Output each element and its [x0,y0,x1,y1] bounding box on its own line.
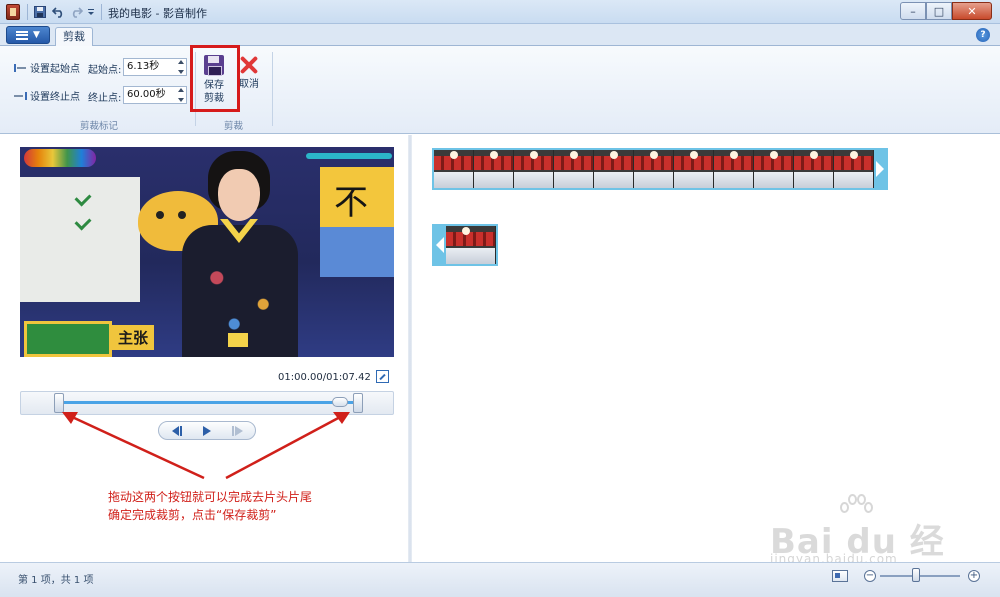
step-forward-icon [235,425,243,436]
title-bar: 我的电影 - 影音制作 – □ ✕ [0,0,1000,24]
video-sign-panel: 不 [320,167,394,227]
stepper-arrows[interactable] [177,60,185,74]
toolbar-divider [27,4,28,20]
toolbar-divider [101,4,102,20]
start-point-stepper[interactable]: 6.13秒 [123,58,187,76]
group-divider [272,52,273,126]
fullscreen-icon[interactable] [376,370,389,383]
save-icon[interactable] [33,4,47,20]
set-end-label: 设置终止点 [30,92,80,103]
set-end-point-button[interactable]: 设置终止点 [14,88,80,103]
close-button[interactable]: ✕ [952,2,992,20]
item-count-text: 第 1 项，共 1 项 [18,575,94,586]
cancel-button[interactable]: 取消 [238,54,260,91]
trim-start-handle[interactable] [54,393,65,413]
end-point-label: 终止点: [88,93,122,104]
tab-trim[interactable]: 剪裁 [55,27,93,47]
annotation-line-2: 确定完成裁剪，点击“保存裁剪” [108,508,277,522]
video-caption: 主张 [112,325,155,350]
window-title: 我的电影 - 影音制作 [108,7,207,20]
playback-time-readout: 01:00.00/01:07.42 [278,372,371,383]
set-start-icon [14,62,27,73]
storyboard-clip-secondary[interactable] [432,224,498,266]
checkmark-icon [74,189,92,207]
playhead-knob[interactable] [332,397,348,407]
step-back-icon [171,425,179,436]
set-start-point-button[interactable]: 设置起始点 [14,60,80,75]
minimize-button[interactable]: – [900,2,926,20]
zoom-slider-thumb[interactable] [912,568,920,582]
checkmark-icon [74,213,92,231]
save-trim-highlight-box [190,45,240,112]
previous-frame-button[interactable] [162,422,192,439]
window-controls: – □ ✕ [900,2,992,20]
trim-range-line [54,401,354,404]
play-button[interactable] [192,422,222,439]
help-icon[interactable]: ? [976,28,990,42]
storyboard-clip-main[interactable] [432,148,888,190]
start-point-value: 6.13秒 [127,61,160,72]
ribbon-panel: 设置起始点 设置终止点 起始点: 6.13秒 终止点: 60.00秒 剪裁标记 … [0,46,1000,134]
video-whiteboard [20,177,140,302]
preview-pane: 不 主张 01:00.00/01:07.42 拖动这两个按钮就可以完成去片头片尾… [8,135,406,562]
ribbon-tab-row: ▼ 剪裁 ? [0,24,1000,47]
zoom-slider-track[interactable] [880,575,960,577]
end-point-stepper[interactable]: 60.00秒 [123,86,187,104]
play-icon [203,425,211,436]
status-bar: 第 1 项，共 1 项 − + [0,562,1000,597]
group-label-trim: 剪裁 [224,121,244,132]
chevron-down-icon: ▼ [33,30,40,40]
set-start-label: 设置起始点 [30,64,80,75]
cancel-x-icon [238,54,260,76]
clip-start-arrow-icon [434,226,446,264]
video-preview[interactable]: 不 主张 [20,147,394,357]
maximize-button[interactable]: □ [926,2,952,20]
next-frame-button[interactable] [222,422,252,439]
pane-splitter[interactable] [408,135,412,562]
customize-toolbar-chevron-icon[interactable] [86,4,96,20]
app-menu-button[interactable]: ▼ [6,26,50,44]
trim-end-handle[interactable] [352,393,363,413]
set-end-icon [14,90,27,101]
video-presenter [180,147,300,357]
zoom-in-button[interactable]: + [968,570,980,582]
playback-controls [158,421,256,440]
video-sign-text: 不 [334,183,368,223]
channel-logo [24,149,96,167]
main-area: 不 主张 01:00.00/01:07.42 拖动这两个按钮就可以完成去片头片尾… [8,135,992,597]
annotation-text: 拖动这两个按钮就可以完成去片头片尾 确定完成裁剪，点击“保存裁剪” [108,488,312,524]
annotation-line-1: 拖动这两个按钮就可以完成去片头片尾 [108,490,313,504]
zoom-out-button[interactable]: − [864,570,876,582]
video-chalkboard [24,321,112,357]
redo-icon[interactable] [69,4,83,20]
clip-end-arrow-icon [874,150,886,188]
stepper-arrows[interactable] [177,88,185,102]
movie-maker-app-icon[interactable] [6,4,20,20]
thumbnail-size-icon[interactable] [832,570,848,582]
video-blue-panel [320,227,394,277]
start-point-label: 起始点: [88,65,122,76]
cancel-label: 取消 [239,79,259,90]
video-stripe [306,153,392,159]
end-point-value: 60.00秒 [127,89,166,100]
menu-icon [16,30,29,40]
undo-icon[interactable] [51,4,65,20]
group-label-trim-markers: 剪裁标记 [80,121,119,132]
